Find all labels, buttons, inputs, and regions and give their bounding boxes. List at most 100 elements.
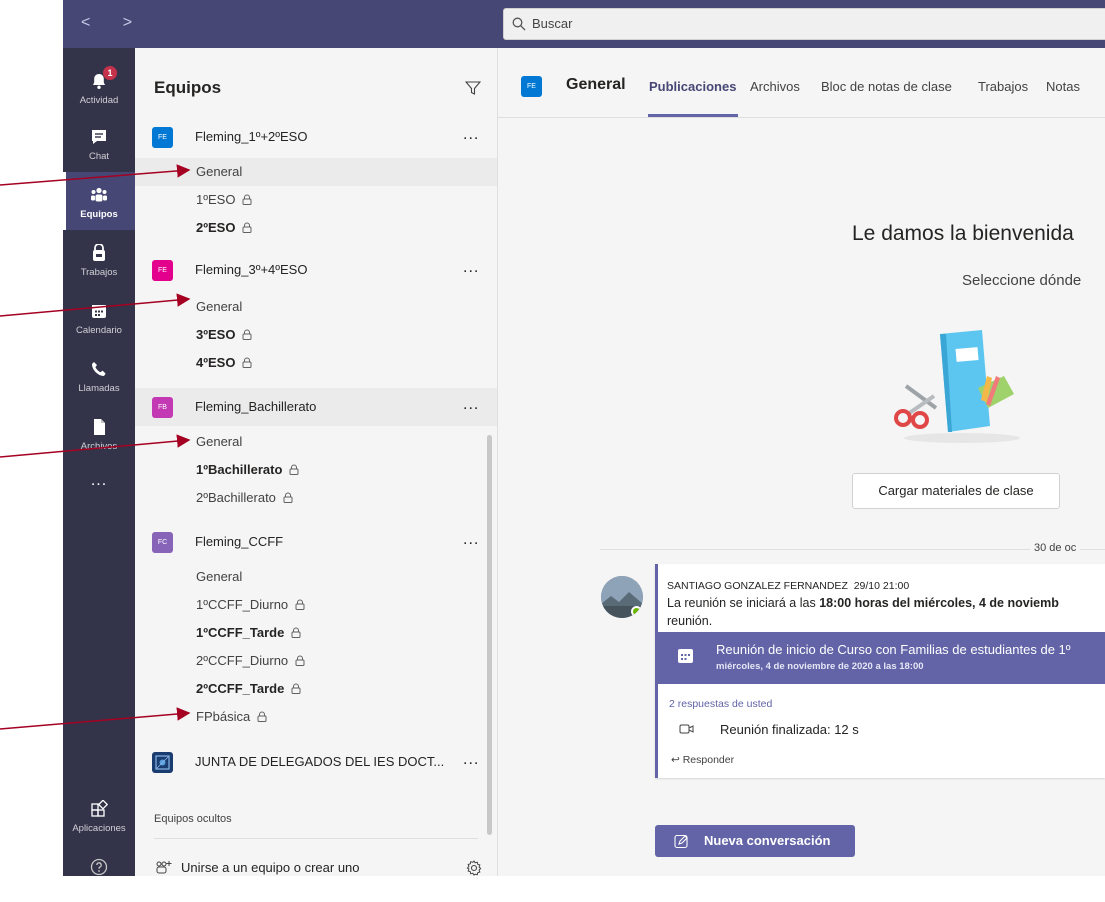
channel-2ccff-diurno[interactable]: 2ºCCFF_Diurno bbox=[135, 647, 497, 675]
rail-item-files[interactable]: Archivos bbox=[63, 404, 135, 462]
lock-icon bbox=[289, 464, 299, 475]
new-conversation-label: Nueva conversación bbox=[704, 833, 831, 848]
channel-general[interactable]: General bbox=[135, 293, 497, 321]
rail-item-activity[interactable]: 1 Actividad bbox=[63, 58, 135, 116]
channel-name: 1ºESO bbox=[196, 192, 236, 207]
team-fleming-bachillerato[interactable]: FB Fleming_Bachillerato ... bbox=[135, 388, 497, 426]
lock-icon bbox=[295, 599, 305, 610]
search-placeholder: Buscar bbox=[532, 16, 573, 31]
lock-icon bbox=[291, 683, 301, 694]
rail-item-apps[interactable]: Aplicaciones bbox=[63, 786, 135, 844]
rail-item-teams[interactable]: Equipos bbox=[63, 172, 135, 230]
lock-icon bbox=[295, 655, 305, 666]
channel-1eso[interactable]: 1ºESO bbox=[135, 186, 497, 214]
post-author[interactable]: SANTIAGO GONZALEZ FERNANDEZ bbox=[667, 580, 848, 592]
channel-name: General bbox=[196, 299, 243, 314]
tab-notas[interactable]: Notas bbox=[1046, 79, 1080, 94]
channel-3eso[interactable]: 3ºESO bbox=[135, 321, 497, 349]
team-name: Fleming_3º+4ºESO bbox=[195, 262, 308, 277]
welcome-heading: Le damos la bienvenida bbox=[852, 222, 1074, 245]
reply-button[interactable]: ↩ Responder bbox=[671, 754, 734, 766]
tab-bloc-de-notas[interactable]: Bloc de notas de clase bbox=[821, 79, 952, 94]
tab-archivos[interactable]: Archivos bbox=[750, 79, 800, 94]
meeting-card[interactable]: Reunión de inicio de Curso con Familias … bbox=[658, 632, 1105, 684]
channel-header: FE General Publicaciones Archivos Bloc d… bbox=[498, 48, 1105, 118]
add-team-icon bbox=[156, 861, 172, 874]
rail-item-help[interactable] bbox=[63, 844, 135, 902]
upload-class-materials-button[interactable]: Cargar materiales de clase bbox=[852, 473, 1060, 509]
app-rail: 1 Actividad Chat Equipos Trabajos Calend… bbox=[63, 48, 135, 876]
channel-1ccff-diurno[interactable]: 1ºCCFF_Diurno bbox=[135, 591, 497, 619]
team-name: Fleming_Bachillerato bbox=[195, 399, 317, 414]
join-or-create-team-button[interactable]: Unirse a un equipo o crear uno bbox=[154, 860, 360, 875]
lock-icon bbox=[242, 329, 252, 340]
author-avatar[interactable] bbox=[601, 576, 643, 618]
active-tab-indicator bbox=[648, 114, 738, 117]
team-fleming-ccff[interactable]: FC Fleming_CCFF ... bbox=[135, 523, 497, 561]
channel-1ccff-tarde[interactable]: 1ºCCFF_Tarde bbox=[135, 619, 497, 647]
chat-icon bbox=[92, 130, 106, 144]
new-conversation-button[interactable]: Nueva conversación bbox=[655, 825, 855, 857]
channel-name: 3ºESO bbox=[196, 327, 236, 342]
search-input[interactable]: Buscar bbox=[503, 8, 1105, 40]
channel-name: 2ºCCFF_Diurno bbox=[196, 653, 289, 668]
team-fleming-3-4-eso[interactable]: FE Fleming_3º+4ºESO ... bbox=[135, 251, 497, 289]
history-nav[interactable]: < > bbox=[81, 14, 146, 32]
post-meta: SANTIAGO GONZALEZ FERNANDEZ 29/10 21:00 bbox=[667, 580, 909, 592]
more-options-icon[interactable]: ... bbox=[463, 396, 479, 414]
channel-general[interactable]: General bbox=[135, 428, 497, 456]
more-options-icon[interactable]: ... bbox=[463, 751, 479, 769]
channel-name: 1ºCCFF_Diurno bbox=[196, 597, 289, 612]
rail-item-calendar[interactable]: Calendario bbox=[63, 288, 135, 346]
lock-icon bbox=[283, 492, 293, 503]
lock-icon bbox=[242, 357, 252, 368]
calendar-icon bbox=[678, 649, 693, 663]
team-avatar: FE bbox=[521, 76, 542, 97]
channel-2ccff-tarde[interactable]: 2ºCCFF_Tarde bbox=[135, 675, 497, 703]
channel-2bachillerato[interactable]: 2ºBachillerato bbox=[135, 484, 497, 512]
rail-label: Calendario bbox=[76, 325, 122, 336]
team-fleming-1-2-eso[interactable]: FE Fleming_1º+2ºESO ... bbox=[135, 118, 497, 156]
channel-general[interactable]: General bbox=[135, 158, 497, 186]
lock-icon bbox=[242, 194, 252, 205]
channel-4eso[interactable]: 4ºESO bbox=[135, 349, 497, 377]
rail-item-calls[interactable]: Llamadas bbox=[63, 346, 135, 404]
presence-available-icon bbox=[631, 606, 642, 617]
meeting-ended: Reunión finalizada: 12 s bbox=[720, 722, 859, 737]
team-avatar: FC bbox=[152, 532, 173, 553]
rail-label: Llamadas bbox=[78, 383, 120, 394]
rail-item-assignments[interactable]: Trabajos bbox=[63, 230, 135, 288]
settings-icon[interactable] bbox=[466, 860, 482, 876]
replies-link[interactable]: 2 respuestas de usted bbox=[669, 698, 772, 710]
team-name: Fleming_1º+2ºESO bbox=[195, 129, 308, 144]
filter-icon[interactable] bbox=[465, 80, 481, 96]
channel-1bachillerato[interactable]: 1ºBachillerato bbox=[135, 456, 497, 484]
rail-item-chat[interactable]: Chat bbox=[63, 114, 135, 172]
more-options-icon[interactable]: ... bbox=[463, 531, 479, 549]
channel-general[interactable]: General bbox=[135, 563, 497, 591]
post-text: reunión. bbox=[667, 614, 713, 628]
lock-icon bbox=[257, 711, 267, 722]
channel-name: FPbásica bbox=[196, 709, 251, 724]
hidden-teams-label[interactable]: Equipos ocultos bbox=[154, 813, 232, 825]
tab-publicaciones[interactable]: Publicaciones bbox=[649, 79, 736, 94]
help-icon bbox=[90, 858, 108, 876]
rail-label: Actividad bbox=[79, 95, 119, 106]
team-junta-delegados[interactable]: JUNTA DE DELEGADOS DEL IES DOCT... ... bbox=[135, 743, 497, 781]
tab-trabajos[interactable]: Trabajos bbox=[978, 79, 1028, 94]
phone-icon bbox=[92, 362, 106, 376]
post-time: 29/10 21:00 bbox=[853, 580, 910, 592]
compose-icon bbox=[674, 834, 688, 849]
team-avatar: FE bbox=[152, 260, 173, 281]
rail-label: Aplicaciones bbox=[72, 823, 126, 834]
team-name: Fleming_CCFF bbox=[195, 534, 284, 549]
scrollbar[interactable] bbox=[487, 435, 492, 835]
rail-item-more[interactable]: ... bbox=[63, 462, 135, 520]
rail-label: Equipos bbox=[80, 209, 118, 220]
channel-fpbasica[interactable]: FPbásica bbox=[135, 703, 497, 731]
more-options-icon[interactable]: ... bbox=[463, 259, 479, 277]
more-options-icon[interactable]: ... bbox=[463, 126, 479, 144]
channel-2eso[interactable]: 2ºESO bbox=[135, 214, 497, 242]
more-icon: ... bbox=[90, 472, 108, 489]
welcome-subtitle: Seleccione dónde bbox=[962, 272, 1082, 289]
